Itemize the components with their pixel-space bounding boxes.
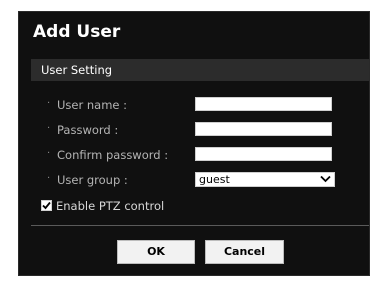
- confirm-password-input[interactable]: [195, 147, 332, 161]
- user-group-selected-value: guest: [199, 173, 230, 186]
- dialog-title: Add User: [33, 22, 121, 42]
- password-row: · Password :: [19, 121, 371, 139]
- username-input[interactable]: [195, 97, 332, 111]
- chevron-down-icon: [320, 175, 331, 183]
- password-input[interactable]: [195, 122, 332, 136]
- password-label: Password :: [57, 123, 119, 137]
- checkmark-icon: [42, 201, 51, 210]
- confirm-password-row: · Confirm password :: [19, 146, 371, 164]
- divider: [31, 225, 369, 226]
- cancel-button[interactable]: Cancel: [205, 240, 284, 264]
- username-row: · User name :: [19, 96, 371, 114]
- section-header: User Setting: [31, 59, 369, 81]
- bullet-icon: ·: [47, 98, 51, 109]
- user-group-label: User group :: [57, 173, 128, 187]
- ok-button[interactable]: OK: [117, 240, 195, 264]
- bullet-icon: ·: [47, 123, 51, 134]
- user-group-row: · User group : guest: [19, 171, 371, 189]
- username-label: User name :: [57, 98, 128, 112]
- ptz-control-label: Enable PTZ control: [56, 199, 165, 213]
- bullet-icon: ·: [47, 148, 51, 159]
- user-group-select[interactable]: guest: [195, 172, 335, 187]
- add-user-dialog: Add User User Setting · User name : · Pa…: [18, 11, 370, 276]
- ptz-control-checkbox[interactable]: [41, 200, 52, 211]
- section-title: User Setting: [41, 63, 113, 77]
- bullet-icon: ·: [47, 173, 51, 184]
- confirm-password-label: Confirm password :: [57, 148, 169, 162]
- ptz-control-row: Enable PTZ control: [41, 199, 241, 215]
